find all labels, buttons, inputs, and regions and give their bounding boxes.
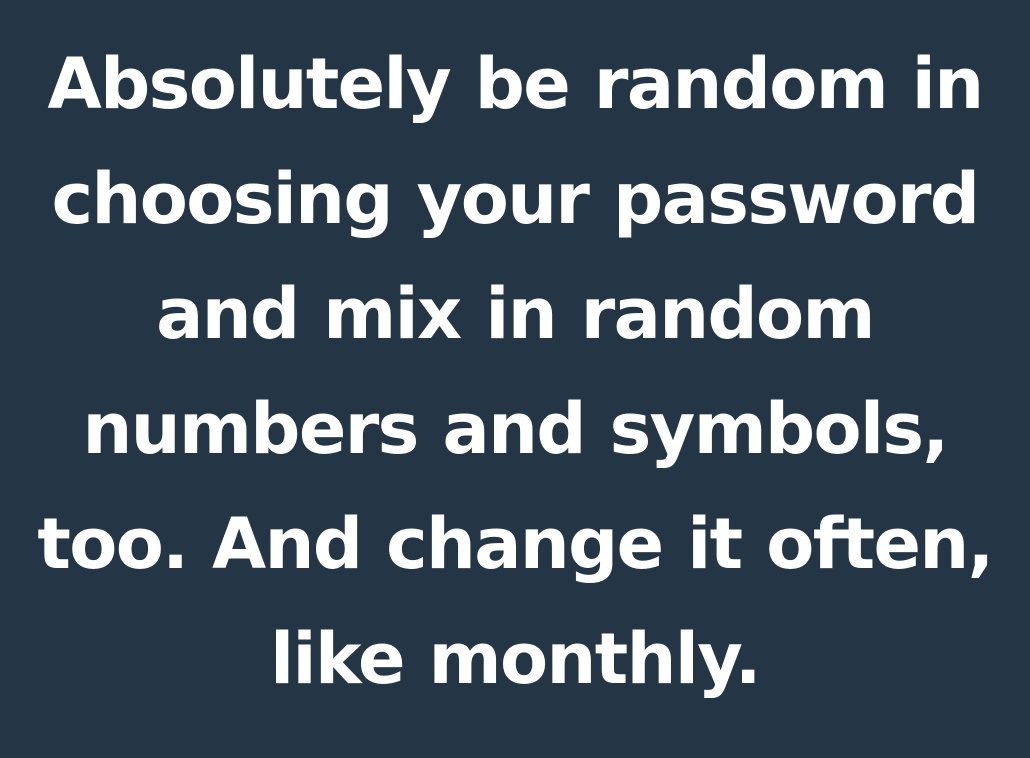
quote-line-5: too. And change it often,: [37, 503, 994, 585]
quote-line-4: numbers and symbols,: [82, 388, 950, 470]
quote-line-2: choosing your password: [51, 158, 980, 240]
quote-card: Absolutely be random in choosing your pa…: [0, 0, 1030, 758]
quote-line-3: and mix in random: [156, 273, 875, 355]
quote-text: Absolutely be random in choosing your pa…: [28, 27, 1002, 717]
quote-line-1: Absolutely be random in: [47, 43, 984, 125]
quote-line-6: like monthly.: [270, 618, 761, 700]
